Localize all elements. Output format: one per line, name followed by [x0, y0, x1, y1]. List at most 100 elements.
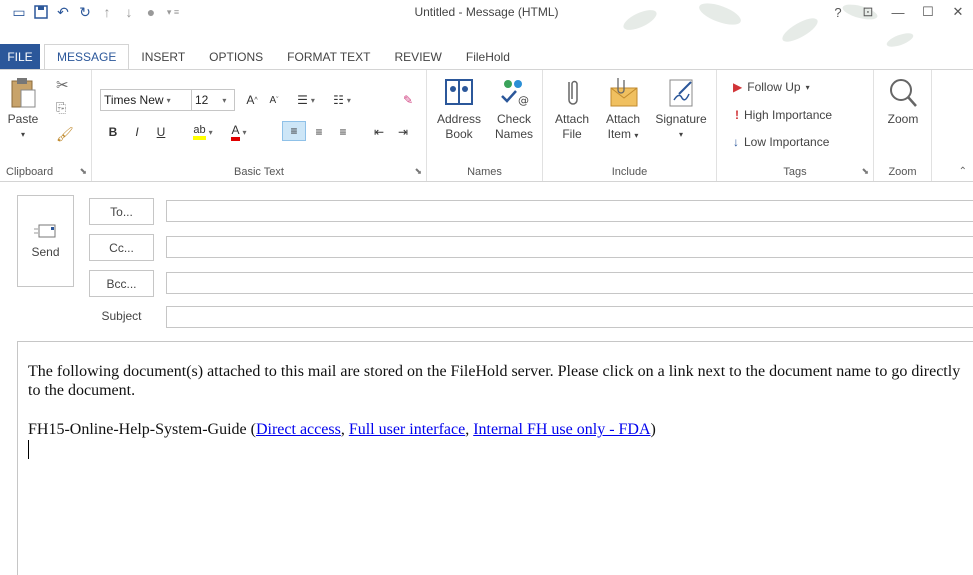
cc-field[interactable]	[166, 236, 973, 258]
tab-message[interactable]: MESSAGE	[44, 44, 130, 70]
align-left-icon[interactable]: ≡	[282, 121, 306, 141]
basic-text-launcher-icon[interactable]: ⬊	[414, 166, 422, 177]
attach-file-label-1: Attach	[554, 112, 590, 126]
font-name-select[interactable]: Times New ▾	[100, 89, 192, 111]
signature-label: Signature	[655, 112, 707, 126]
zoom-group: Zoom Zoom	[874, 70, 932, 181]
maximize-icon[interactable]: ☐	[913, 0, 943, 24]
clipboard-launcher-icon[interactable]: ⬊	[79, 166, 87, 177]
bullets-icon[interactable]: ☰ ▾	[290, 90, 322, 110]
follow-up-dropdown-icon: ▾	[805, 82, 810, 92]
follow-up-button[interactable]: ▶ Follow Up ▾	[733, 80, 810, 94]
check-names-label-1: Check	[496, 112, 531, 126]
send-envelope-icon	[33, 224, 55, 238]
to-field[interactable]	[166, 200, 973, 222]
font-size-value: 12	[195, 93, 209, 107]
highlight-icon[interactable]: ab ▾	[186, 122, 220, 142]
basic-text-group-label: Basic Text	[234, 166, 284, 178]
underline-button[interactable]: U	[152, 122, 170, 142]
font-dropdown-icon: ▾	[166, 95, 171, 105]
tab-insert[interactable]: INSERT	[129, 44, 197, 70]
check-names-button[interactable]: @ Check Names	[489, 76, 539, 142]
zoom-label: Zoom	[887, 112, 919, 126]
cut-icon[interactable]: ✂	[56, 76, 69, 94]
ribbon: Paste ▾ ✂ ⎘ 🖌 Clipboard ⬊ Times New ▾ 12 ▾…	[0, 69, 973, 182]
names-group: Address Book @ Check Names Names	[427, 70, 543, 181]
bold-label: B	[108, 125, 118, 139]
ribbon-display-icon[interactable]: ⊡	[853, 0, 883, 24]
full-user-interface-link[interactable]: Full user interface	[349, 421, 465, 438]
paste-dropdown-icon[interactable]: ▾	[21, 127, 25, 142]
format-painter-icon[interactable]: 🖌	[56, 126, 74, 143]
tab-options[interactable]: OPTIONS	[197, 44, 275, 70]
low-importance-label: Low Importance	[744, 135, 830, 149]
magnifier-icon	[890, 79, 917, 107]
svg-text:@: @	[518, 94, 529, 107]
tab-filehold[interactable]: FileHold	[454, 44, 522, 70]
increase-indent-icon[interactable]: ⇥	[392, 122, 414, 142]
tags-group: ▶ Follow Up ▾ ! High Importance ↓ Low Im…	[717, 70, 874, 181]
check-names-label-2: Names	[494, 127, 533, 141]
bold-button[interactable]: B	[104, 122, 122, 142]
paste-button[interactable]: Paste ▾	[4, 76, 42, 142]
cc-button[interactable]: Cc...	[89, 234, 154, 261]
numbering-icon[interactable]: ☷ ▾	[326, 90, 358, 110]
subject-field[interactable]	[166, 306, 973, 328]
tab-format-text[interactable]: FORMAT TEXT	[275, 44, 382, 70]
zoom-button[interactable]: Zoom	[880, 76, 926, 127]
clipboard-group-label: Clipboard	[6, 166, 54, 178]
font-name-value: Times New	[104, 93, 164, 107]
include-group-label: Include	[611, 166, 648, 178]
link-separator-1: ,	[340, 421, 349, 438]
attach-item-label-2: Item ▾	[607, 127, 639, 141]
tags-launcher-icon[interactable]: ⬊	[861, 166, 869, 177]
close-icon[interactable]: ✕	[943, 0, 973, 24]
document-line: FH15-Online-Help-System-Guide (Direct ac…	[28, 420, 963, 439]
attach-item-label-1: Attach	[605, 112, 641, 126]
collapse-ribbon-icon[interactable]: ⌃	[959, 166, 967, 177]
shrink-font-icon[interactable]: Aˇ	[264, 90, 284, 110]
subject-label: Subject	[101, 309, 142, 323]
help-button[interactable]: ?	[823, 0, 853, 24]
address-book-button[interactable]: Address Book	[433, 76, 485, 142]
follow-up-label: Follow Up	[747, 80, 801, 94]
align-right-icon[interactable]: ≡	[332, 122, 354, 142]
font-size-select[interactable]: 12 ▾	[191, 89, 235, 111]
signature-button[interactable]: Signature ▾	[649, 76, 713, 142]
title-bar: ▭ ↶ ↻ ↑ ↓ ● ▾ ≡ Untitled - Message (HTML…	[0, 0, 973, 47]
italic-button[interactable]: I	[128, 122, 146, 142]
close-paren: )	[650, 421, 656, 438]
send-button[interactable]: Send	[17, 195, 74, 287]
signature-dropdown-icon: ▾	[678, 130, 683, 139]
grow-font-icon[interactable]: A ^	[242, 90, 262, 110]
copy-icon[interactable]: ⎘	[56, 100, 66, 116]
attach-item-button[interactable]: Attach Item ▾	[597, 76, 649, 143]
internal-fh-use-link[interactable]: Internal FH use only - FDA	[473, 421, 650, 438]
window-controls: ? ⊡ — ☐ ✕	[823, 0, 973, 24]
high-importance-button[interactable]: ! High Importance	[735, 108, 832, 122]
font-color-icon[interactable]: A ▾	[222, 122, 256, 142]
tab-review[interactable]: REVIEW	[383, 44, 454, 70]
decrease-indent-icon[interactable]: ⇤	[368, 122, 390, 142]
document-name: FH15-Online-Help-System-Guide	[28, 421, 247, 438]
direct-access-link[interactable]: Direct access	[256, 421, 341, 438]
address-book-label-1: Address	[436, 112, 482, 126]
to-button[interactable]: To...	[89, 198, 154, 225]
bcc-button[interactable]: Bcc...	[89, 270, 154, 297]
attach-file-button[interactable]: Attach File	[549, 76, 595, 142]
minimize-icon[interactable]: —	[883, 0, 913, 24]
paste-label: Paste	[7, 112, 39, 126]
low-importance-button[interactable]: ↓ Low Importance	[733, 135, 829, 149]
italic-label: I	[135, 125, 139, 139]
down-arrow-low-icon: ↓	[733, 135, 739, 149]
bcc-field[interactable]	[166, 272, 973, 294]
flag-icon: ▶	[733, 80, 743, 94]
message-body[interactable]: The following document(s) attached to th…	[17, 341, 973, 575]
names-group-label: Names	[467, 166, 502, 178]
paperclip-icon	[568, 80, 578, 105]
text-caret	[28, 440, 29, 459]
align-center-icon[interactable]: ≡	[308, 122, 330, 142]
clear-formatting-icon[interactable]: ✎	[398, 90, 418, 110]
ribbon-tabs: FILE MESSAGE INSERT OPTIONS FORMAT TEXT …	[0, 44, 522, 70]
tab-file[interactable]: FILE	[0, 44, 40, 70]
